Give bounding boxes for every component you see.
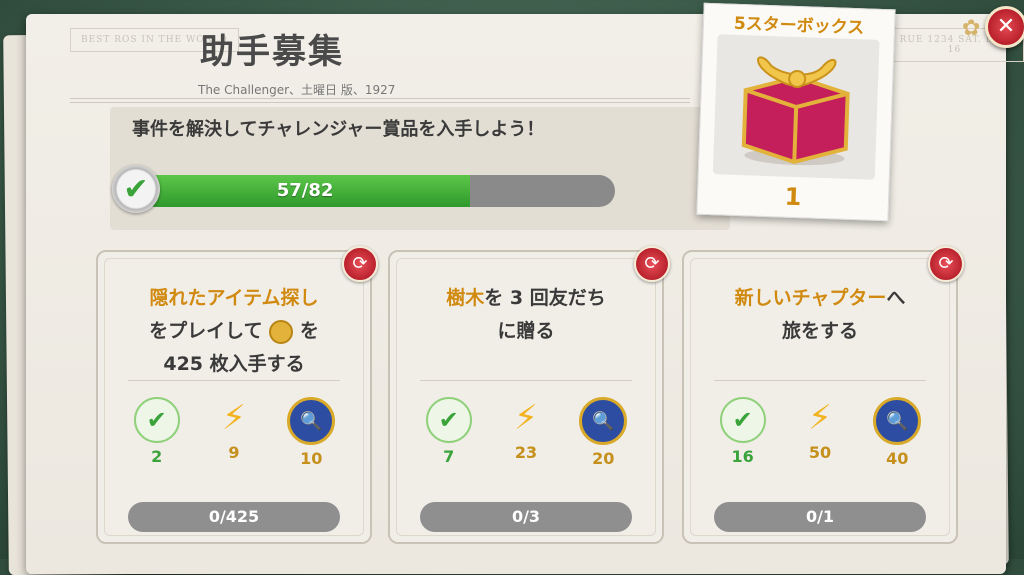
reward-item: ✔ 16 bbox=[713, 397, 773, 468]
refresh-button[interactable]: ⟳ bbox=[342, 246, 378, 282]
page-subtitle: The Challenger、土曜日 版、1927 bbox=[198, 83, 396, 97]
task-rewards: ✔ 16 ⚡ 50 🔍 40 bbox=[704, 397, 936, 468]
reward-item: ✔ 2 bbox=[127, 397, 187, 468]
reward-item: 🔍 40 bbox=[867, 397, 927, 468]
divider bbox=[420, 380, 632, 381]
goal-progress-label: 57/82 bbox=[276, 180, 334, 201]
close-decoration-icon: ✿ bbox=[962, 16, 981, 41]
divider bbox=[70, 102, 690, 103]
check-plus-icon: ✔ bbox=[425, 397, 472, 443]
task-highlight: 隠れたアイテム探し bbox=[149, 287, 319, 309]
reward-value: 2 bbox=[151, 447, 163, 466]
check-icon: ✔ bbox=[112, 165, 160, 213]
reward-item: ⚡ 50 bbox=[790, 397, 850, 468]
task-text-line: を bbox=[299, 320, 319, 342]
refresh-button[interactable]: ⟳ bbox=[634, 246, 670, 282]
task-text-line: 旅をする bbox=[781, 320, 858, 342]
task-rewards: ✔ 2 ⚡ 9 🔍 10 bbox=[118, 397, 350, 468]
lightning-icon: ⚡ bbox=[808, 398, 832, 438]
task-description: 新しいチャプターへ 旅をする bbox=[694, 282, 946, 348]
task-rewards: ✔ 7 ⚡ 23 🔍 20 bbox=[410, 397, 642, 468]
task-card: ⟳ 隠れたアイテム探し をプレイして を 425 枚入手する ✔ 2 ⚡ 9 🔍… bbox=[96, 246, 378, 544]
task-text-line: 425 枚入手する bbox=[163, 353, 305, 375]
reward-value: 40 bbox=[886, 449, 909, 468]
reward-value: 10 bbox=[300, 449, 323, 468]
task-description: 樹木を 3 回友だち に贈る bbox=[400, 282, 652, 348]
task-text-line: に贈る bbox=[497, 320, 555, 342]
task-highlight: 樹木 bbox=[446, 287, 485, 309]
goal-text: 事件を解決してチャレンジャー賞品を入手しよう！ bbox=[132, 119, 545, 140]
reward-item: ⚡ 23 bbox=[496, 397, 556, 468]
task-card: ⟳ 新しいチャプターへ 旅をする ✔ 16 ⚡ 50 🔍 40 0/1 bbox=[682, 246, 964, 544]
reward-value: 9 bbox=[228, 443, 240, 462]
gift-box-icon bbox=[712, 34, 880, 180]
reward-value: 50 bbox=[808, 443, 832, 462]
lightning-icon: ⚡ bbox=[514, 398, 538, 438]
page-title: 助手募集 bbox=[200, 32, 344, 72]
reward-count: 1 bbox=[784, 182, 802, 212]
magnifier-medal-icon: 🔍 bbox=[287, 397, 336, 445]
reward-value: 7 bbox=[443, 447, 455, 466]
task-progress-bar: 0/1 bbox=[714, 502, 926, 532]
task-progress-bar: 0/425 bbox=[128, 502, 340, 532]
divider bbox=[714, 380, 926, 381]
task-text-line: を 3 回友だち bbox=[484, 287, 606, 309]
task-text-line: へ bbox=[886, 287, 906, 309]
divider bbox=[70, 98, 690, 99]
task-text-line: をプレイして bbox=[149, 320, 263, 342]
task-description: 隠れたアイテム探し をプレイして を 425 枚入手する bbox=[108, 282, 360, 381]
task-card: ⟳ 樹木を 3 回友だち に贈る ✔ 7 ⚡ 23 🔍 20 0/3 bbox=[388, 246, 670, 544]
coin-icon bbox=[269, 319, 294, 344]
refresh-button[interactable]: ⟳ bbox=[928, 246, 964, 282]
reward-card[interactable]: 5スターボックス 1 bbox=[696, 2, 896, 222]
check-plus-icon: ✔ bbox=[719, 397, 766, 443]
magnifier-medal-icon: 🔍 bbox=[579, 397, 628, 445]
reward-item: ⚡ 9 bbox=[204, 397, 264, 468]
check-plus-icon: ✔ bbox=[133, 397, 180, 443]
reward-value: 16 bbox=[731, 447, 754, 466]
reward-value: 20 bbox=[592, 449, 615, 468]
reward-item: ✔ 7 bbox=[419, 397, 479, 468]
task-progress-bar: 0/3 bbox=[420, 502, 632, 532]
reward-item: 🔍 20 bbox=[573, 397, 633, 468]
lightning-icon: ⚡ bbox=[222, 398, 246, 438]
task-highlight: 新しいチャプター bbox=[734, 287, 887, 309]
magnifier-medal-icon: 🔍 bbox=[873, 397, 922, 445]
close-button[interactable]: ✕ bbox=[985, 6, 1024, 48]
reward-value: 23 bbox=[514, 443, 538, 462]
reward-item: 🔍 10 bbox=[281, 397, 341, 468]
divider bbox=[128, 380, 340, 381]
goal-progress-bar: 57/82 bbox=[140, 175, 615, 207]
